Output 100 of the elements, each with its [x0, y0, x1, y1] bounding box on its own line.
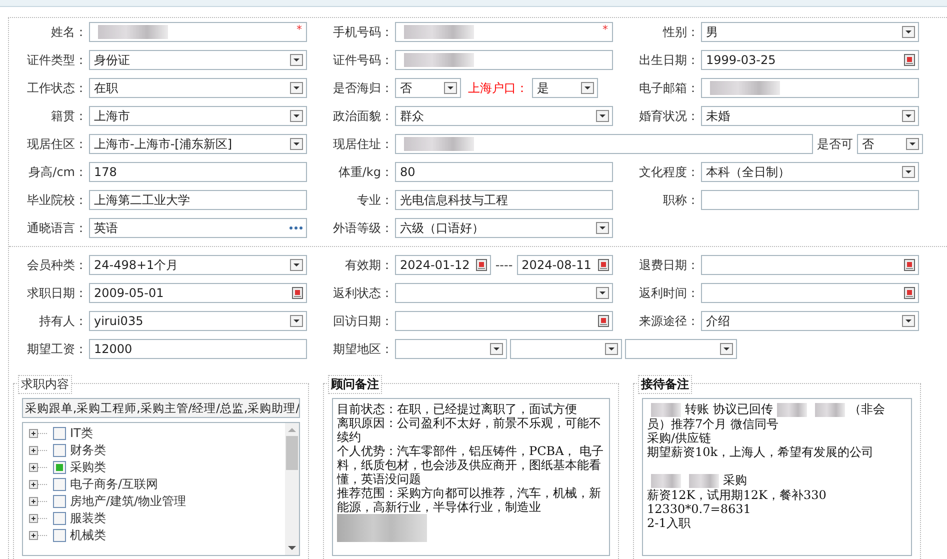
calendar-icon[interactable] — [904, 54, 915, 66]
field-label: 证件号码： — [332, 52, 394, 68]
dropdown-field[interactable]: 在职 — [89, 78, 307, 98]
input-field[interactable]: 80 — [395, 162, 613, 182]
blurred-text — [814, 402, 845, 417]
dropdown-field[interactable]: 上海市 — [89, 106, 307, 126]
dropdown-field[interactable]: 否 — [395, 78, 461, 98]
tree-item[interactable]: IT类 — [70, 424, 93, 442]
field-label: 电子邮箱： — [638, 80, 700, 96]
expand-icon[interactable] — [29, 480, 49, 488]
input-field[interactable] — [395, 134, 813, 154]
dropdown-field[interactable]: 介绍 — [701, 311, 919, 331]
panel-legend: 接待备注 — [638, 375, 692, 394]
note-text: 目前状态：在职，已经提过离职了，面试方便 — [337, 402, 577, 416]
notes-box[interactable]: 转账 协议已回传 （非会 员）推荐7个月 微信同号 采购/供应链 期望薪资10k，上海人，希望有发展的公司 采购 薪资12K，试用期12K，餐补330 12330*0.7=8631 2-1入职 — [642, 398, 912, 556]
field-label: 现居住址： — [332, 136, 394, 152]
panel-legend: 求职内容 — [18, 375, 72, 394]
scroll-thumb[interactable] — [286, 436, 298, 470]
checkbox[interactable] — [53, 512, 66, 524]
field-label: 外语等级： — [332, 220, 394, 236]
input-field[interactable]: * — [89, 22, 307, 42]
field-label: 现居住区： — [26, 136, 88, 152]
note-text: 采购 — [723, 472, 747, 487]
blurred-text — [689, 474, 719, 488]
calendar-icon[interactable] — [598, 259, 610, 271]
date-field[interactable]: 2024-08-11 — [516, 255, 614, 275]
checkbox[interactable] — [53, 426, 66, 440]
ellipsis-icon[interactable] — [289, 226, 303, 230]
scrollbar[interactable] — [285, 423, 299, 555]
field-label: 持有人： — [38, 312, 88, 330]
tree-item[interactable]: 机械类 — [70, 526, 106, 544]
dropdown-field[interactable] — [625, 339, 737, 359]
tree-item[interactable]: 采购类 — [70, 458, 106, 476]
tree-item[interactable]: 财务类 — [70, 442, 106, 458]
input-field[interactable] — [395, 50, 613, 70]
dropdown-field[interactable]: 是 — [532, 78, 598, 98]
input-field[interactable] — [701, 78, 919, 98]
date-field[interactable] — [701, 283, 919, 303]
checkbox[interactable] — [53, 528, 66, 542]
dropdown-field[interactable] — [395, 339, 507, 359]
input-field[interactable]: * — [395, 22, 613, 42]
picker-field[interactable]: 英语 — [89, 218, 307, 238]
field-label: 身高/cm： — [28, 164, 88, 180]
input-field[interactable]: 光电信息科技与工程 — [395, 190, 613, 210]
calendar-icon[interactable] — [904, 259, 915, 271]
field-label: 籍贯： — [50, 108, 88, 124]
date-field[interactable] — [395, 311, 613, 331]
calendar-icon[interactable] — [598, 315, 609, 327]
field-label: 文化程度： — [638, 164, 700, 180]
calendar-icon[interactable] — [292, 287, 303, 299]
date-field[interactable]: 1999-03-25 — [701, 50, 919, 70]
panel-legend: 顾问备注 — [328, 375, 382, 394]
input-field[interactable]: 上海第二工业大学 — [89, 190, 307, 210]
note-text: 期望薪资10k，上海人，希望有发展的公司 — [647, 444, 874, 459]
checkbox[interactable] — [53, 444, 66, 456]
dropdown-field[interactable]: 身份证 — [89, 50, 307, 70]
note-text: （非会 — [848, 402, 885, 416]
tree-item[interactable]: 电子商务/互联网 — [70, 476, 158, 492]
dropdown-field[interactable]: 六级（口语好） — [395, 218, 613, 238]
date-field[interactable] — [701, 255, 919, 275]
input-field[interactable]: 178 — [89, 162, 307, 182]
field-label: 毕业院校： — [26, 192, 88, 208]
dropdown-field[interactable]: 上海市-上海市-[浦东新区] — [89, 134, 307, 154]
expand-icon[interactable] — [29, 496, 49, 506]
dropdown-field[interactable]: 群众 — [395, 106, 613, 126]
expand-icon[interactable] — [29, 530, 49, 540]
expand-icon[interactable] — [29, 446, 49, 454]
dropdown-field[interactable]: 本科（全日制） — [701, 162, 919, 182]
dropdown-field[interactable] — [510, 339, 622, 359]
input-field[interactable] — [701, 190, 919, 210]
expand-icon[interactable] — [29, 462, 49, 472]
calendar-icon[interactable] — [904, 287, 915, 299]
notes-box[interactable]: 目前状态：在职，已经提过离职了，面试方便 离职原因：公司盈利不太好，前景不乐观，可能不续约 个人优势：汽车零部件，铝压铸件，PCBA， 电子料，纸质包材，也会涉及供应商开，图纸基本能看懂，英语没问题 推荐范围：采购方向都可以推荐，汽车，机械，新能源，高新行业，半导体行业，制造业 — [332, 398, 610, 556]
checkbox[interactable] — [53, 478, 66, 490]
dropdown-field[interactable]: 男 — [701, 22, 919, 42]
dropdown-field[interactable]: 24-498+1个月 — [89, 255, 307, 275]
field-label: 会员种类： — [26, 256, 88, 274]
calendar-icon[interactable] — [476, 259, 488, 271]
field-label: 通晓语言： — [26, 220, 88, 236]
tree-item[interactable]: 房地产/建筑/物业管理 — [70, 492, 186, 510]
note-text: 2-1入职 — [647, 516, 690, 530]
checkbox[interactable] — [53, 494, 66, 508]
dropdown-field[interactable] — [395, 283, 613, 303]
dropdown-field[interactable]: yirui035 — [89, 311, 307, 331]
date-field[interactable]: 2009-05-01 — [89, 283, 307, 303]
input-field[interactable]: 12000 — [89, 339, 307, 359]
expand-icon[interactable] — [29, 428, 49, 438]
scroll-down-icon[interactable] — [288, 546, 296, 551]
dropdown-field[interactable]: 否 — [857, 134, 923, 154]
checkbox[interactable] — [53, 460, 66, 474]
note-text: 个人优势：汽车零部件，铝压铸件，PCBA， 电子料，纸质包材，也会涉及供应商开，图纸基本能看懂，英语没问题 — [337, 444, 604, 486]
note-text: 员）推荐7个月 微信同号 — [647, 416, 778, 431]
dropdown-field[interactable]: 未婚 — [701, 106, 919, 126]
date-field[interactable]: 2024-01-12 — [395, 255, 492, 275]
field-label: 婚育状况： — [638, 108, 700, 124]
expand-icon[interactable] — [29, 514, 49, 522]
field-label: 上海户口： — [467, 80, 529, 96]
field-label: 职称： — [662, 192, 700, 208]
tree-item[interactable]: 服装类 — [70, 510, 106, 526]
field-label: 政治面貌： — [332, 108, 394, 124]
